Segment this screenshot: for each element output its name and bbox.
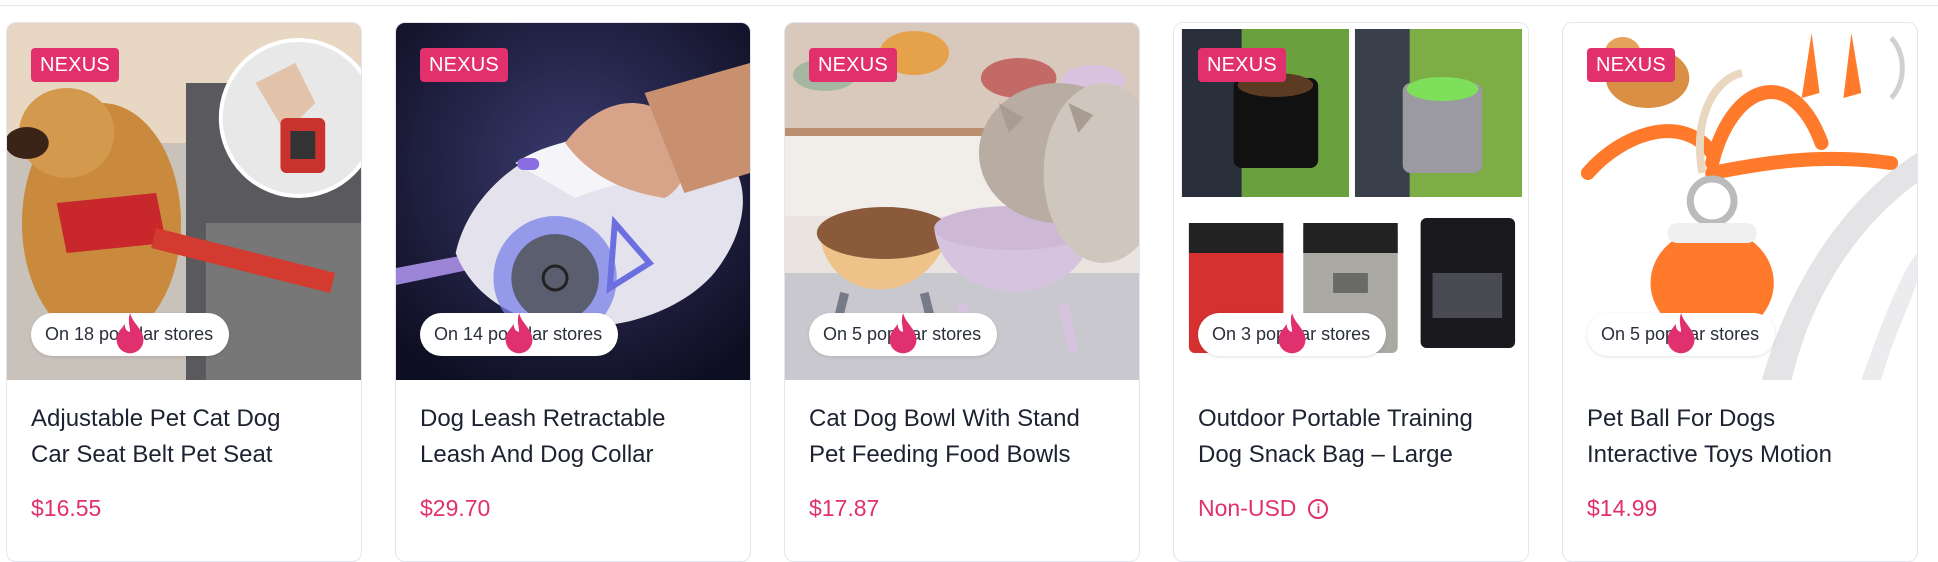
- product-image-pet-ball[interactable]: NEXUS On 5 popular stores: [1563, 23, 1917, 380]
- brand-badge: NEXUS: [1587, 48, 1675, 82]
- product-card[interactable]: NEXUS On 5 popular stores Pet Ball For D…: [1562, 22, 1918, 562]
- brand-badge: NEXUS: [31, 48, 119, 82]
- product-image-snack-bag[interactable]: NEXUS On 3 popular stores: [1174, 23, 1528, 380]
- product-card[interactable]: NEXUS On 3 popular stores Outdoor Portab…: [1173, 22, 1529, 562]
- product-title-line: Dog Leash Retractable: [420, 405, 666, 432]
- product-title-line: Pet Ball For Dogs: [1587, 405, 1776, 432]
- price-value: Non-USD: [1198, 495, 1297, 521]
- product-image-bowl[interactable]: NEXUS On 5 popular stores: [785, 23, 1139, 380]
- product-card[interactable]: NEXUS On 14 popular stores Dog Leash Ret…: [395, 22, 751, 562]
- product-title-line: Pet Feeding Food Bowls: [809, 441, 1071, 468]
- info-icon[interactable]: i: [1308, 498, 1329, 519]
- product-price: $14.99: [1587, 495, 1657, 522]
- product-title[interactable]: Pet Ball For Dogs Interactive Toys Motio…: [1587, 401, 1907, 473]
- price-value: $16.55: [31, 495, 102, 521]
- product-title[interactable]: Cat Dog Bowl With Stand Pet Feeding Food…: [809, 401, 1129, 473]
- product-title-line: Interactive Toys Motion: [1587, 441, 1833, 468]
- product-title-line: Cat Dog Bowl With Stand: [809, 405, 1080, 432]
- product-title-line: Leash And Dog Collar: [420, 441, 654, 468]
- product-title-line: Car Seat Belt Pet Seat: [31, 441, 273, 468]
- product-title[interactable]: Outdoor Portable Training Dog Snack Bag …: [1198, 401, 1518, 473]
- product-price: $29.70: [420, 495, 490, 522]
- product-card[interactable]: NEXUS On 18 popular stores Adjustable Pe…: [6, 22, 362, 562]
- top-divider: [0, 5, 1938, 6]
- popular-stores-pill: On 18 popular stores: [31, 313, 230, 356]
- product-image-seat-belt[interactable]: NEXUS On 18 popular stores: [7, 23, 361, 380]
- popular-stores-pill: On 5 popular stores: [1587, 313, 1776, 356]
- brand-badge: NEXUS: [420, 48, 508, 82]
- product-title-line: Outdoor Portable Training: [1198, 405, 1473, 432]
- flame-icon: [1667, 313, 1695, 354]
- product-price: $17.87: [809, 495, 879, 522]
- product-card[interactable]: NEXUS On 5 popular stores Cat Dog Bowl W…: [784, 22, 1140, 562]
- product-title[interactable]: Adjustable Pet Cat Dog Car Seat Belt Pet…: [31, 401, 351, 473]
- brand-badge: NEXUS: [1198, 48, 1286, 82]
- popular-stores-pill: On 3 popular stores: [1198, 313, 1387, 356]
- product-title[interactable]: Dog Leash Retractable Leash And Dog Coll…: [420, 401, 740, 473]
- price-value: $14.99: [1587, 495, 1658, 521]
- popular-stores-pill: On 5 popular stores: [809, 313, 998, 356]
- flame-icon: [116, 313, 144, 354]
- flame-icon: [1278, 313, 1306, 354]
- product-price: Non-USD i: [1198, 495, 1329, 522]
- flame-icon: [505, 313, 533, 354]
- price-value: $17.87: [809, 495, 880, 521]
- product-title-line: Dog Snack Bag – Large: [1198, 441, 1453, 468]
- price-value: $29.70: [420, 495, 491, 521]
- product-image-leash[interactable]: NEXUS On 14 popular stores: [396, 23, 750, 380]
- flame-icon: [889, 313, 917, 354]
- product-price: $16.55: [31, 495, 101, 522]
- product-grid: NEXUS On 18 popular stores Adjustable Pe…: [6, 22, 1918, 562]
- brand-badge: NEXUS: [809, 48, 897, 82]
- product-title-line: Adjustable Pet Cat Dog: [31, 405, 281, 432]
- popular-stores-pill: On 14 popular stores: [420, 313, 619, 356]
